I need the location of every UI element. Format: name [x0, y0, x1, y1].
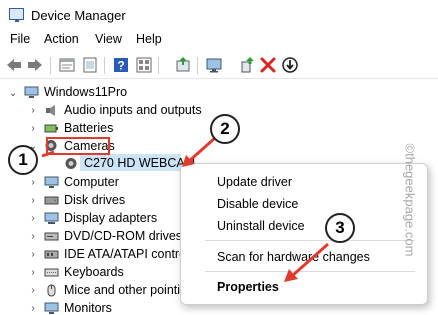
chevron-right-icon[interactable]: › — [28, 178, 38, 188]
details-icon[interactable] — [135, 56, 153, 74]
tree-item-label[interactable]: C270 HD WEBCAM — [84, 156, 195, 170]
update-driver-menu-item[interactable]: Update driver — [217, 175, 292, 189]
dvd-icon — [44, 232, 59, 241]
properties-icon[interactable] — [58, 56, 76, 74]
toolbar-separator — [50, 57, 51, 74]
display-icon — [44, 212, 59, 224]
disk-icon — [44, 196, 59, 205]
menu-view[interactable]: View — [95, 32, 122, 46]
tree-item-label[interactable]: Mice and other pointin — [64, 283, 187, 297]
tree-item-label[interactable]: DVD/CD-ROM drives — [64, 229, 182, 243]
tree-item-label[interactable]: Disk drives — [64, 193, 125, 207]
menu-separator — [205, 271, 415, 272]
update-driver-icon[interactable] — [174, 56, 192, 74]
menu-separator — [205, 240, 415, 241]
chevron-right-icon[interactable]: › — [28, 196, 38, 206]
title-bar: Device Manager — [0, 0, 438, 30]
cameras-highlight-box — [46, 137, 110, 155]
ide-icon — [44, 250, 59, 259]
computer-icon — [24, 86, 39, 98]
tree-root-label[interactable]: Windows11Pro — [44, 85, 127, 99]
add-driver-icon[interactable] — [238, 56, 256, 74]
disable-device-menu-item[interactable]: Disable device — [217, 197, 298, 211]
remove-icon[interactable] — [259, 56, 277, 74]
chevron-right-icon[interactable]: › — [28, 214, 38, 224]
forward-icon[interactable] — [26, 56, 44, 74]
battery-icon — [44, 124, 58, 133]
mouse-icon — [47, 284, 56, 297]
uninstall-device-menu-item[interactable]: Uninstall device — [217, 219, 305, 233]
scan-hardware-menu-item[interactable]: Scan for hardware changes — [217, 250, 370, 264]
context-menu: Update driver Disable device Uninstall d… — [180, 163, 428, 305]
chevron-right-icon[interactable]: › — [28, 250, 38, 260]
step-badge-2: 2 — [210, 114, 240, 144]
speaker-icon — [46, 105, 55, 116]
step-badge-1: 1 — [8, 145, 38, 175]
keyboard-icon — [44, 268, 59, 277]
show-hidden-icon[interactable] — [81, 56, 99, 74]
toolbar: ? — [0, 52, 438, 79]
chevron-right-icon[interactable]: › — [28, 106, 38, 116]
chevron-down-icon[interactable]: ⌄ — [8, 89, 18, 99]
tree-item-label[interactable]: Audio inputs and outputs — [64, 103, 202, 117]
properties-menu-item[interactable]: Properties — [217, 280, 279, 294]
toolbar-separator — [158, 57, 159, 74]
monitor-icon — [44, 302, 59, 314]
device-manager-icon — [9, 8, 24, 22]
watermark-text: ©thegeekpage.com — [402, 143, 418, 257]
svg-text:?: ? — [117, 59, 124, 73]
tree-item-label[interactable]: Computer — [64, 175, 119, 189]
tree-item-label[interactable]: Keyboards — [64, 265, 124, 279]
step-badge-3: 3 — [325, 213, 355, 243]
menu-help[interactable]: Help — [136, 32, 162, 46]
toolbar-separator — [197, 57, 198, 74]
chevron-right-icon[interactable]: › — [28, 124, 38, 134]
chevron-right-icon[interactable]: › — [28, 304, 38, 314]
tree-item-label[interactable]: Monitors — [64, 301, 112, 315]
menu-action[interactable]: Action — [44, 32, 79, 46]
watermark: ©thegeekpage.com — [400, 115, 420, 285]
tree-item-label[interactable]: IDE ATA/ATAPI control — [64, 247, 189, 261]
toolbar-separator — [104, 57, 105, 74]
tree-item-label[interactable]: Display adapters — [64, 211, 157, 225]
tree-item-label[interactable]: Batteries — [64, 121, 113, 135]
chevron-right-icon[interactable]: › — [28, 232, 38, 242]
download-icon[interactable] — [281, 56, 299, 74]
monitor-icon[interactable] — [205, 56, 223, 74]
chevron-right-icon[interactable]: › — [28, 286, 38, 296]
chevron-right-icon[interactable]: › — [28, 268, 38, 278]
webcam-icon — [65, 158, 77, 169]
window-title: Device Manager — [31, 8, 126, 23]
menu-file[interactable]: File — [10, 32, 30, 46]
help-icon[interactable]: ? — [112, 56, 130, 74]
computer-icon — [44, 176, 59, 188]
back-icon[interactable] — [5, 56, 23, 74]
